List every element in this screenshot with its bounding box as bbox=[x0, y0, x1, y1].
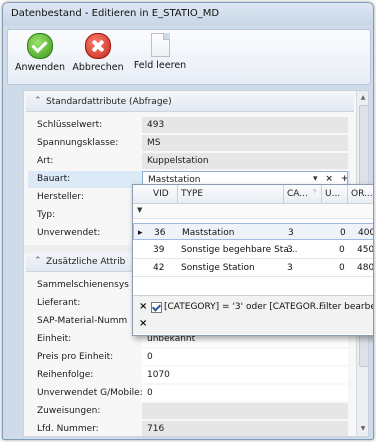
field-label: Spannungsklasse: bbox=[37, 138, 119, 148]
dropdown-arrow-icon[interactable]: ▾ bbox=[313, 174, 318, 184]
clear-value-icon[interactable]: × bbox=[325, 174, 333, 184]
collapse-chevron-icon: ⌃ bbox=[34, 96, 42, 106]
column-divider bbox=[177, 185, 178, 203]
field-row-order: Reihenfolge: 1070 bbox=[28, 367, 350, 384]
cell-vid: 39 bbox=[153, 245, 165, 255]
column-header-type[interactable]: TYPE bbox=[181, 189, 203, 199]
scroll-down-icon[interactable]: ▼ bbox=[359, 425, 367, 432]
field-row-serial-number: Lfd. Nummer: 716 bbox=[28, 421, 350, 436]
lookup-dropdown: VID TYPE CA... ▿ U... OR... ▼ ▸ 36 Masts… bbox=[132, 184, 374, 336]
section-title: Zusätzliche Attrib bbox=[46, 257, 126, 267]
cell-u: 0 bbox=[339, 263, 345, 273]
checkmark-icon bbox=[27, 33, 53, 59]
cell-type: Sonstige Station bbox=[181, 263, 255, 273]
field-label: Unverwendet: bbox=[37, 228, 101, 238]
field-label: Unverwendet G/Mobile: bbox=[37, 388, 143, 398]
field-label: Lieferant: bbox=[37, 298, 81, 308]
field-value: 493 bbox=[142, 117, 348, 133]
field-label: Schlüsselwert: bbox=[37, 120, 103, 130]
field-label: Einheit: bbox=[37, 334, 72, 344]
field-label: Hersteller: bbox=[37, 192, 84, 202]
lookup-header: VID TYPE CA... ▿ U... OR... bbox=[133, 185, 373, 204]
blank-page-icon bbox=[150, 33, 170, 57]
field-label: Typ: bbox=[37, 210, 56, 220]
field-row-type: Art: Kuppelstation bbox=[28, 153, 350, 170]
clear-field-label: Feld leeren bbox=[133, 60, 187, 71]
field-label: Lfd. Nummer: bbox=[37, 424, 99, 434]
lookup-row[interactable]: 39 Sonstige begehbare Sta... 3 0 450 bbox=[133, 241, 374, 259]
field-label: Bauart: bbox=[37, 174, 71, 184]
column-header-vid[interactable]: VID bbox=[153, 189, 169, 199]
section-title: Standardattribute (Abfrage) bbox=[46, 97, 172, 107]
combobox-tools: ▾ × + bbox=[313, 174, 347, 184]
field-label: Sammelschienensys bbox=[37, 280, 129, 290]
field-value[interactable]: 0 bbox=[142, 349, 348, 365]
cell-order: 480 bbox=[357, 263, 374, 273]
cancel-label: Abbrechen bbox=[72, 62, 124, 73]
auto-filter-row[interactable]: ▼ bbox=[133, 204, 373, 219]
field-value: Kuppelstation bbox=[142, 153, 348, 169]
filter-panel: × [CATEGORY] = '3' oder [CATEGOR... Filt… bbox=[133, 295, 373, 334]
field-row-unit-price: Preis pro Einheit: 0 bbox=[28, 349, 350, 366]
filter-funnel-icon[interactable]: ▿ bbox=[313, 187, 317, 195]
field-label: Preis pro Einheit: bbox=[37, 352, 114, 362]
cell-vid: 42 bbox=[153, 263, 165, 273]
scroll-up-icon[interactable]: ▲ bbox=[359, 94, 367, 101]
field-value: MS bbox=[142, 135, 348, 151]
filter-expression: [CATEGORY] = '3' oder [CATEGOR... bbox=[164, 302, 325, 312]
clear-field-button[interactable]: Feld leeren bbox=[132, 33, 188, 81]
column-divider bbox=[321, 185, 322, 203]
cell-order: 400 bbox=[358, 228, 374, 238]
apply-label: Anwenden bbox=[14, 62, 66, 73]
collapse-chevron-icon: ⌃ bbox=[34, 256, 42, 266]
title-bar: Datenbestand - Editieren in E_STATIO_MD bbox=[3, 3, 373, 25]
edit-filter-link[interactable]: Filter bearbeiten bbox=[319, 302, 373, 312]
cell-category: 3 bbox=[287, 263, 293, 273]
lookup-row[interactable]: 42 Sonstige Station 3 0 480 bbox=[133, 259, 374, 277]
toolbar: Anwenden Abbrechen Feld leeren bbox=[7, 29, 371, 85]
column-header-u[interactable]: U... bbox=[325, 189, 340, 199]
filter-row-icon: ▼ bbox=[137, 206, 143, 214]
column-divider bbox=[283, 185, 284, 203]
section-standard-attributes[interactable]: ⌃ Standardattribute (Abfrage) bbox=[26, 93, 354, 112]
cell-type: Maststation bbox=[182, 228, 235, 238]
window-title: Datenbestand - Editieren in E_STATIO_MD bbox=[11, 8, 220, 19]
cell-u: 0 bbox=[339, 245, 345, 255]
filter-enabled-checkbox[interactable] bbox=[151, 302, 162, 313]
column-header-category[interactable]: CA... bbox=[287, 189, 308, 199]
column-divider bbox=[347, 185, 348, 203]
edit-dialog: Datenbestand - Editieren in E_STATIO_MD … bbox=[2, 2, 374, 440]
field-row-key: Schlüsselwert: 493 bbox=[28, 117, 350, 134]
cell-category: 3 bbox=[288, 228, 294, 238]
cell-vid: 36 bbox=[154, 228, 166, 238]
field-value[interactable]: 0 bbox=[142, 385, 348, 401]
field-row-voltage-class: Spannungsklasse: MS bbox=[28, 135, 350, 152]
apply-button[interactable]: Anwenden bbox=[14, 33, 66, 81]
add-value-icon[interactable]: + bbox=[341, 174, 347, 184]
field-value: 716 bbox=[142, 421, 348, 436]
lookup-row[interactable]: ▸ 36 Maststation 3 0 400 bbox=[133, 223, 374, 240]
field-row-unused-mobile: Unverwendet G/Mobile: 0 bbox=[28, 385, 350, 402]
column-header-order[interactable]: OR... bbox=[351, 189, 373, 199]
cancel-button[interactable]: Abbrechen bbox=[70, 33, 126, 81]
field-label: SAP-Material-Numm bbox=[37, 316, 128, 326]
cell-order: 450 bbox=[357, 245, 374, 255]
close-popup-icon[interactable]: × bbox=[139, 318, 147, 329]
cell-category: 3 bbox=[287, 245, 293, 255]
clear-filter-icon[interactable]: × bbox=[139, 301, 147, 312]
field-value[interactable]: 1070 bbox=[142, 367, 348, 383]
cell-type: Sonstige begehbare Sta... bbox=[181, 245, 298, 255]
cell-u: 0 bbox=[340, 228, 346, 238]
field-label: Art: bbox=[37, 156, 54, 166]
current-row-icon: ▸ bbox=[138, 228, 143, 238]
field-label: Zuweisungen: bbox=[37, 406, 101, 416]
close-icon bbox=[85, 33, 111, 59]
field-row-assignments: Zuweisungen: bbox=[28, 403, 350, 420]
field-value bbox=[142, 403, 348, 419]
field-label: Reihenfolge: bbox=[37, 370, 94, 380]
